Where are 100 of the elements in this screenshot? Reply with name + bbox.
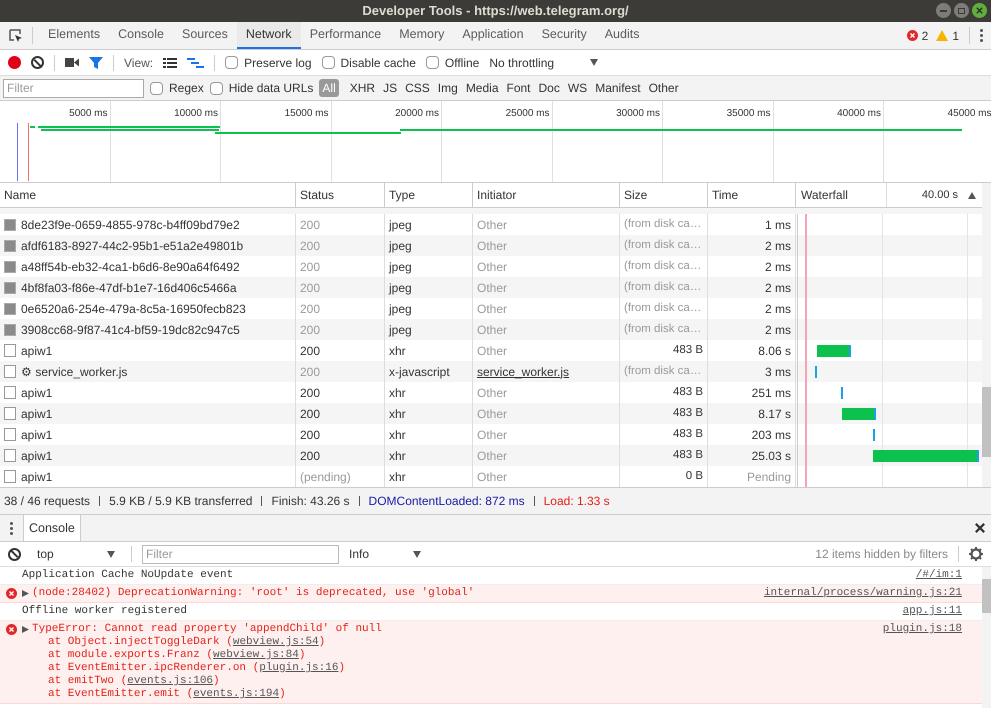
scrollbar[interactable] (982, 183, 991, 487)
settings-icon[interactable] (969, 547, 983, 561)
panel-tab[interactable]: Network (236, 22, 301, 49)
request-name[interactable]: apiw1 (21, 384, 52, 402)
list-view-icon[interactable] (163, 58, 178, 68)
checkbox-label: Disable cache (340, 54, 416, 72)
error-count[interactable]: 2 (922, 26, 928, 44)
initiator-cell-text: Other (477, 426, 508, 444)
drawer-menu-icon[interactable] (10, 522, 13, 534)
panel-tab[interactable]: Security (532, 22, 596, 49)
source-link[interactable]: internal/process/warning.js:21 (764, 587, 962, 600)
inspect-icon[interactable] (8, 28, 24, 44)
warning-count[interactable]: 1 (952, 26, 959, 44)
request-name[interactable]: apiw1 (21, 342, 52, 360)
summary-text: Load: 1.33 s (544, 493, 610, 510)
source-link[interactable]: app.js:11 (902, 605, 962, 618)
time-tick-label: 45000 ms (948, 108, 991, 119)
filter-icon[interactable] (89, 56, 103, 68)
checkbox-label: Regex (169, 80, 204, 97)
time-tick-label: 10000 ms (174, 108, 218, 119)
close-icon[interactable] (973, 521, 987, 535)
initiator-cell-text: Other (477, 448, 508, 464)
checkbox[interactable] (225, 56, 238, 69)
type-filter-button[interactable]: XHR (346, 79, 378, 97)
request-name[interactable]: apiw1 (21, 426, 52, 444)
source-link[interactable]: plugin.js:18 (882, 623, 962, 636)
console-filter-field[interactable]: Filter (142, 544, 339, 564)
panel-tab[interactable]: Performance (300, 22, 390, 49)
scrollbar[interactable] (982, 567, 991, 708)
image-thumbnail-icon (4, 260, 16, 272)
maximize-icon[interactable] (954, 3, 969, 18)
waterfall-bar (842, 408, 876, 420)
initiator-cell-text: Other (477, 258, 508, 276)
source-link[interactable]: /#/im:1 (916, 569, 962, 582)
waterfall-bar (816, 345, 851, 357)
column-header[interactable]: Type (385, 183, 473, 207)
checkbox[interactable] (210, 82, 223, 94)
panel-tab[interactable]: Application (453, 22, 533, 49)
type-filter-button[interactable]: Img (434, 79, 461, 97)
checkbox[interactable] (150, 82, 163, 94)
stack-frame: at EventEmitter.emit (events.js:194) (22, 688, 883, 701)
source-link[interactable]: webview.js:54 (232, 636, 319, 648)
type-filter-button[interactable]: Media (462, 79, 502, 97)
drawer-tab[interactable]: Console (23, 515, 81, 541)
sort-arrow-icon (968, 192, 976, 198)
panel-tab[interactable]: Sources (172, 22, 237, 49)
minimize-icon[interactable] (936, 3, 951, 18)
column-header[interactable]: Time (708, 183, 796, 207)
panel-tab[interactable]: Console (109, 22, 173, 49)
time-tick-label: 30000 ms (616, 108, 660, 119)
type-filter-button[interactable]: WS (564, 79, 590, 97)
source-link[interactable]: plugin.js:16 (259, 662, 338, 674)
view-label: View: (124, 54, 154, 72)
type-filter-button[interactable]: CSS (402, 79, 433, 97)
type-filter-button[interactable]: Font (504, 79, 534, 97)
stack-frame: at emitTwo (events.js:106) (22, 675, 883, 688)
panel-tab[interactable]: Elements (39, 22, 110, 49)
video-camera-icon[interactable] (65, 58, 79, 67)
expand-arrow-icon (22, 590, 30, 597)
waterfall-view-icon[interactable] (187, 58, 204, 68)
checkbox[interactable] (426, 56, 439, 69)
source-link[interactable]: events.js:194 (193, 688, 280, 700)
request-name[interactable]: a48ff54b-eb32-4ca1-b6d6-8e90a64f6492 (21, 258, 240, 276)
more-menu-icon[interactable] (980, 29, 983, 42)
context-select[interactable]: top (37, 545, 54, 563)
console-message: Application Cache NoUpdate event (22, 569, 234, 582)
column-header[interactable]: Initiator (473, 183, 620, 207)
request-name[interactable]: apiw1 (21, 446, 52, 464)
request-name[interactable]: 8de23f9e-0659-4855-978c-b4ff09bd79e2 (21, 216, 240, 234)
request-name[interactable]: 4bf8fa03-f86e-47df-b1e7-16d406c5466a (21, 278, 237, 296)
request-name[interactable]: apiw1 (21, 404, 52, 422)
checkbox-label: Preserve log (244, 54, 312, 72)
request-name[interactable]: 0e6520a6-254e-479a-8c5a-16950fecb823 (21, 300, 246, 318)
initiator-link[interactable]: service_worker.js (477, 362, 570, 380)
column-header[interactable]: Name (0, 183, 296, 207)
request-name[interactable]: afdf6183-8927-44c2-95b1-e51a2e49801b (21, 236, 244, 254)
close-icon[interactable] (972, 3, 987, 18)
type-filter-button[interactable]: Other (646, 79, 682, 97)
type-filter-button[interactable]: Doc (536, 79, 563, 97)
panel-tab[interactable]: Audits (596, 22, 648, 49)
throttling-select[interactable]: No throttling (489, 54, 554, 72)
type-filter-button[interactable]: JS (380, 79, 400, 97)
clear-console-icon[interactable] (8, 548, 21, 560)
column-header[interactable]: Size (620, 183, 708, 207)
filter-field[interactable]: Filter (3, 78, 144, 98)
column-header[interactable]: Waterfall (797, 183, 887, 207)
record-button[interactable] (8, 56, 21, 69)
panel-tab[interactable]: Memory (390, 22, 454, 49)
source-link[interactable]: events.js:106 (127, 675, 214, 687)
summary-text: 5.9 KB / 5.9 KB transferred (109, 493, 252, 510)
request-name[interactable]: ⚙ service_worker.js (21, 362, 128, 380)
waterfall-bar (872, 429, 875, 441)
clear-icon[interactable] (31, 56, 44, 69)
request-name[interactable]: 3908cc68-9f87-41c4-bf59-19dc82c947c5 (21, 320, 240, 338)
source-link[interactable]: webview.js:84 (213, 649, 299, 661)
request-name[interactable]: apiw1 (21, 468, 52, 486)
type-filter-button[interactable]: Manifest (592, 79, 644, 97)
column-header[interactable]: Status (296, 183, 385, 207)
log-level-select[interactable]: Info (349, 545, 370, 563)
checkbox[interactable] (322, 56, 335, 69)
